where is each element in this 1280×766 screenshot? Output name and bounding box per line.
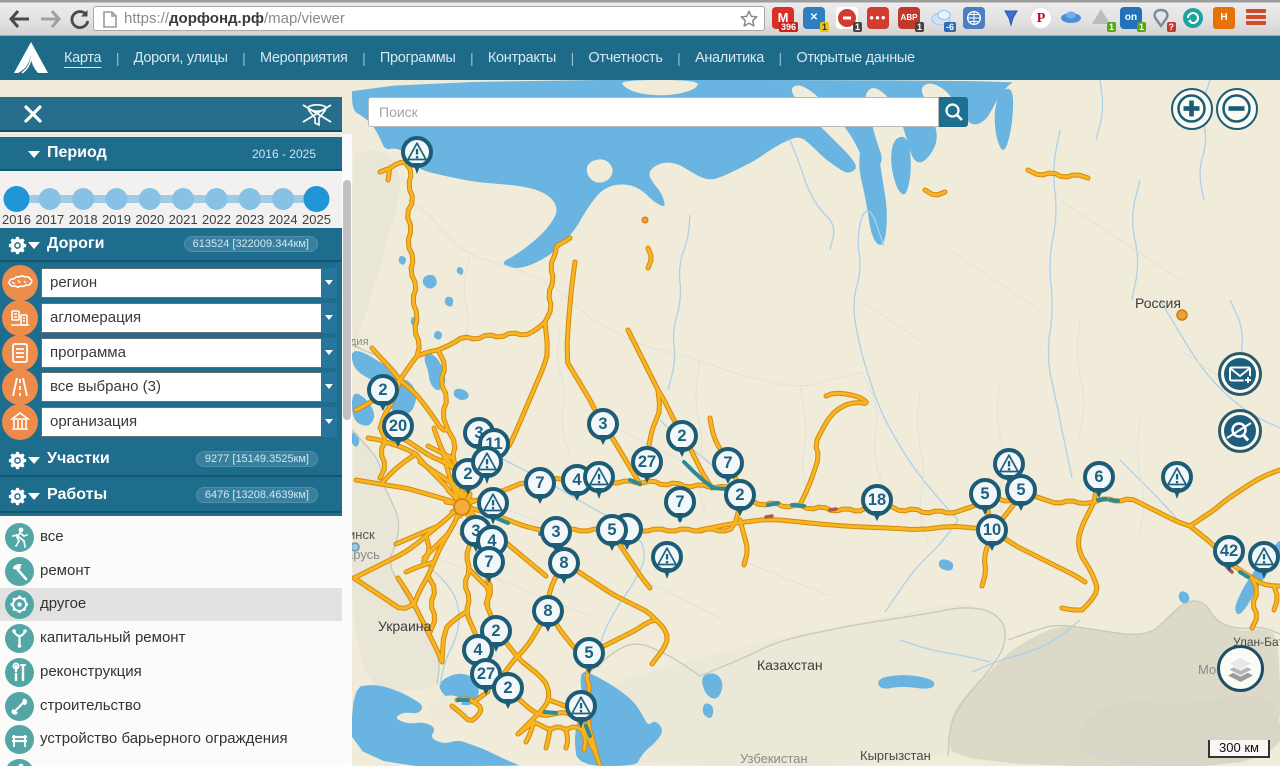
svg-text:2017: 2017	[35, 212, 64, 227]
svg-text:2022: 2022	[202, 212, 231, 227]
svg-text:2020: 2020	[135, 212, 164, 227]
svg-text:2018: 2018	[69, 212, 98, 227]
svg-text:2021: 2021	[169, 212, 198, 227]
svg-text:2016: 2016	[2, 212, 31, 227]
svg-text:2025: 2025	[302, 212, 331, 227]
svg-text:2019: 2019	[102, 212, 131, 227]
svg-text:2023: 2023	[235, 212, 264, 227]
svg-text:2024: 2024	[269, 212, 298, 227]
